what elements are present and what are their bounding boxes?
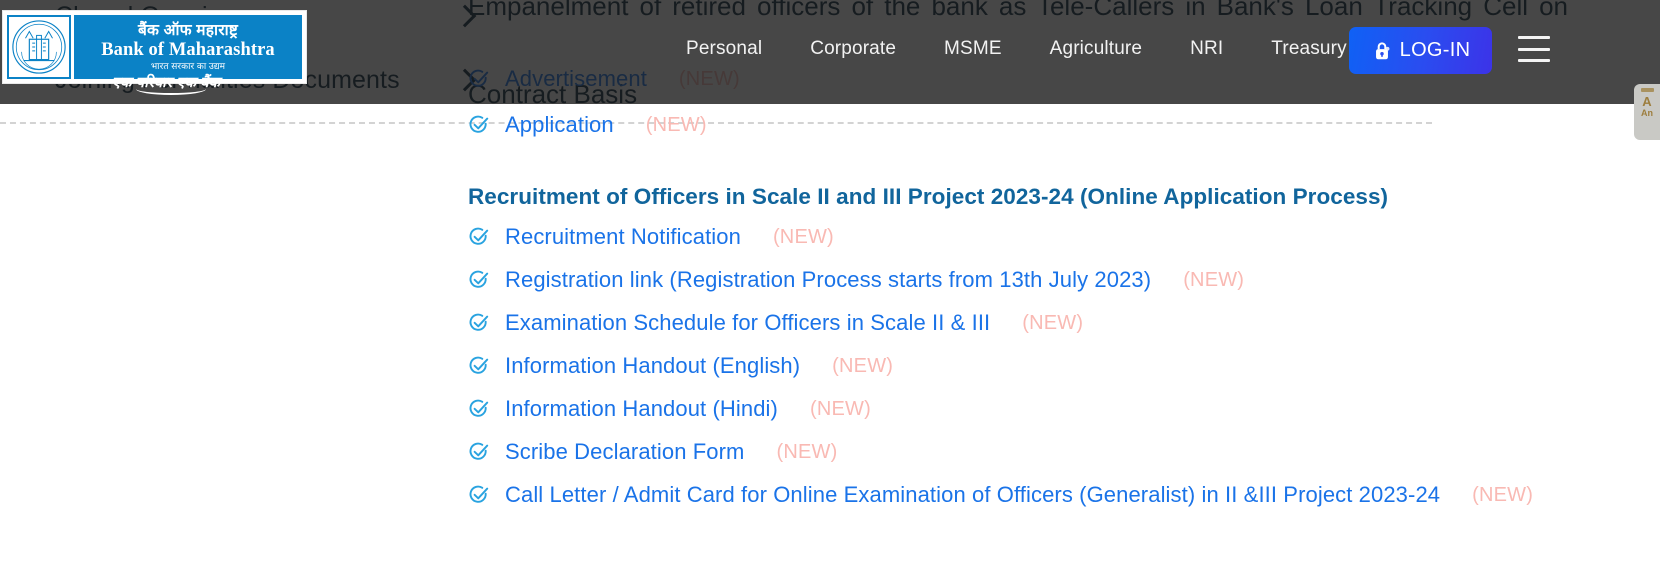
check-circle-icon: [469, 115, 489, 133]
new-badge: (NEW): [1183, 268, 1245, 291]
main-content: Application (NEW) Recruitment of Officer…: [0, 104, 1660, 576]
lock-icon: [1375, 41, 1390, 59]
nav-item-personal[interactable]: Personal: [662, 32, 786, 66]
bank-name-hindi: बैंक ऑफ महाराष्ट्र: [137, 21, 239, 39]
list-item[interactable]: Scribe Declaration Form (NEW): [468, 439, 837, 465]
bank-tagline: एक परिवार एक बैंक: [112, 72, 220, 95]
link-label[interactable]: Scribe Declaration Form: [505, 439, 745, 465]
link-label[interactable]: Examination Schedule for Officers in Sca…: [505, 310, 990, 336]
link-label[interactable]: Recruitment Notification: [505, 224, 741, 250]
login-button-label: LOG-IN: [1399, 39, 1471, 61]
check-circle-icon: [469, 313, 489, 331]
nav-item-msme[interactable]: MSME: [920, 32, 1026, 66]
bank-subtitle: भारत सरकार का उद्यम: [150, 61, 226, 72]
new-badge: (NEW): [1472, 483, 1534, 506]
check-circle-icon: [469, 399, 489, 417]
list-item[interactable]: Call Letter / Admit Card for Online Exam…: [468, 482, 1533, 508]
nav-item-agriculture[interactable]: Agriculture: [1026, 32, 1166, 66]
widget-bar-icon: [1640, 88, 1654, 92]
list-item[interactable]: Information Handout (English) (NEW): [468, 353, 893, 379]
widget-label-2: An: [1641, 108, 1653, 118]
widget-label-1: A: [1642, 94, 1652, 109]
link-label[interactable]: Call Letter / Admit Card for Online Exam…: [505, 482, 1440, 508]
bank-emblem-icon: [7, 15, 71, 79]
bank-name-english: Bank of Maharashtra: [101, 39, 275, 60]
check-circle-icon: [469, 227, 489, 245]
hamburger-line: [1518, 36, 1550, 39]
list-item[interactable]: Registration link (Registration Process …: [468, 267, 1244, 293]
link-label[interactable]: Application: [505, 112, 614, 138]
check-circle-icon: [469, 270, 489, 288]
check-circle-icon: [469, 442, 489, 460]
hamburger-line: [1518, 47, 1550, 51]
link-label[interactable]: Information Handout (English): [505, 353, 800, 379]
section-title-recruitment: Recruitment of Officers in Scale II and …: [468, 184, 1389, 209]
nav-item-corporate[interactable]: Corporate: [786, 32, 920, 66]
new-badge: (NEW): [832, 354, 894, 377]
check-circle-icon: [469, 356, 489, 374]
check-circle-icon: [469, 485, 489, 503]
list-item[interactable]: Recruitment Notification (NEW): [468, 224, 834, 250]
link-label[interactable]: Information Handout (Hindi): [505, 396, 778, 422]
list-item[interactable]: Examination Schedule for Officers in Sca…: [468, 310, 1083, 336]
new-badge: (NEW): [645, 113, 707, 136]
new-badge: (NEW): [809, 397, 871, 420]
page-root: Closed Openings Joining Formalities Docu…: [0, 0, 1660, 576]
new-badge: (NEW): [776, 440, 838, 463]
list-item[interactable]: Information Handout (Hindi) (NEW): [468, 396, 871, 422]
side-floating-widget[interactable]: A An: [1634, 84, 1660, 140]
link-label[interactable]: Registration link (Registration Process …: [505, 267, 1151, 293]
list-item-application[interactable]: Application (NEW): [468, 112, 707, 138]
hamburger-line: [1518, 59, 1550, 62]
main-navigation: Personal Corporate MSME Agriculture NRI …: [662, 32, 1371, 66]
hamburger-menu-icon[interactable]: [1518, 33, 1554, 65]
new-badge: (NEW): [772, 225, 834, 248]
section-divider: [0, 122, 1432, 124]
bank-name-block: बैंक ऑफ महाराष्ट्र Bank of Maharashtra भ…: [74, 15, 302, 79]
nav-item-nri[interactable]: NRI: [1166, 32, 1247, 66]
login-button[interactable]: LOG-IN: [1349, 27, 1492, 74]
new-badge: (NEW): [1022, 311, 1084, 334]
